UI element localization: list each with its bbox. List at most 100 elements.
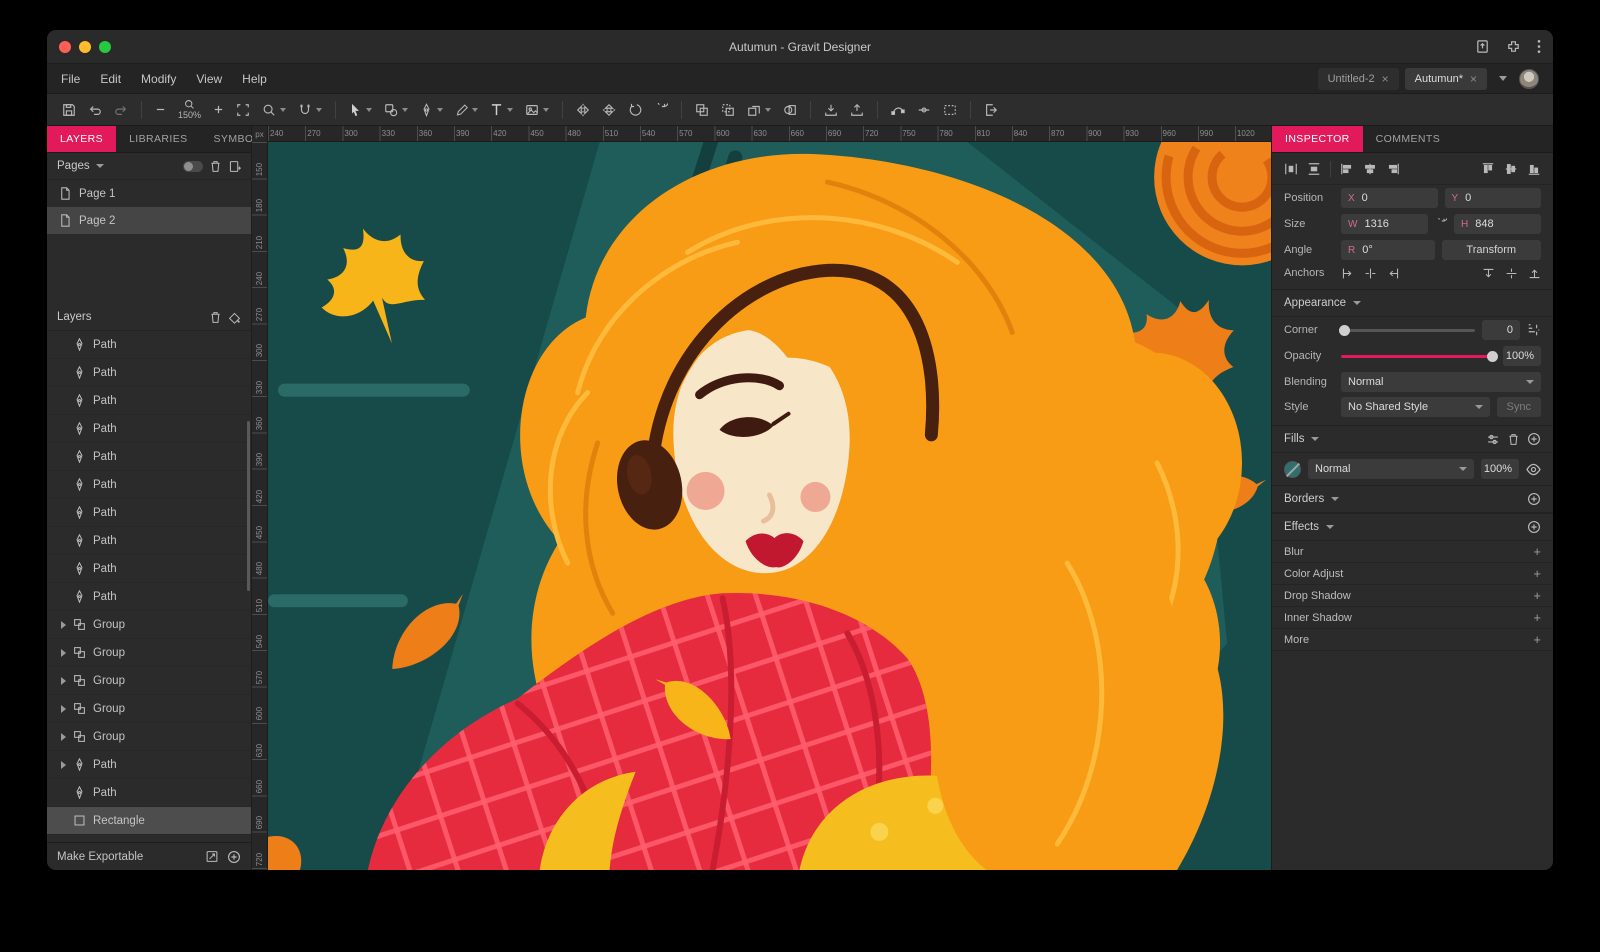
effect-row[interactable]: Color Adjust <box>1272 563 1553 585</box>
page-row[interactable]: Page 2 <box>47 207 251 234</box>
layer-row[interactable]: Path <box>47 359 251 387</box>
add-effect-plus-icon[interactable] <box>1533 565 1541 583</box>
edit-points-button[interactable] <box>886 99 910 121</box>
add-export-icon[interactable] <box>227 850 241 864</box>
shape-tool-button[interactable] <box>379 99 413 121</box>
disclosure-triangle-icon[interactable] <box>61 733 66 741</box>
layer-row[interactable]: Group <box>47 667 251 695</box>
corner-slider[interactable] <box>1341 329 1475 332</box>
artboard[interactable] <box>268 142 1271 870</box>
pen-tool-caret-icon[interactable] <box>437 108 443 112</box>
share-document-icon[interactable] <box>1475 39 1490 54</box>
layer-row[interactable]: Group <box>47 723 251 751</box>
delete-fill-icon[interactable] <box>1507 433 1520 446</box>
layer-row[interactable]: Path <box>47 443 251 471</box>
position-x-field[interactable]: X0 <box>1341 188 1438 208</box>
effect-row[interactable]: Inner Shadow <box>1272 607 1553 629</box>
align-center-horizontal-icon[interactable] <box>1363 162 1377 176</box>
transform-button[interactable]: Transform <box>1442 240 1542 260</box>
layer-row[interactable]: Group <box>47 695 251 723</box>
delete-layer-icon[interactable] <box>209 311 222 324</box>
zoom-in-button[interactable] <box>208 100 229 119</box>
text-tool-button[interactable] <box>485 99 518 120</box>
artwork[interactable] <box>268 142 1271 870</box>
shared-style-select[interactable]: No Shared Style <box>1341 397 1490 417</box>
fills-chevron-icon[interactable] <box>1311 437 1319 441</box>
add-effect-icon[interactable] <box>1527 520 1541 534</box>
layer-row[interactable]: Path <box>47 415 251 443</box>
shape-tool-caret-icon[interactable] <box>402 108 408 112</box>
arrange-caret-icon[interactable] <box>765 108 771 112</box>
appearance-chevron-icon[interactable] <box>1353 301 1361 305</box>
minimize-window-button[interactable] <box>79 41 91 53</box>
add-page-icon[interactable] <box>228 160 241 173</box>
add-effect-plus-icon[interactable] <box>1533 631 1541 649</box>
close-window-button[interactable] <box>59 41 71 53</box>
layer-style-icon[interactable] <box>228 311 241 324</box>
disclosure-triangle-icon[interactable] <box>61 705 66 713</box>
anchor-right-icon[interactable] <box>1387 267 1400 280</box>
image-tool-button[interactable] <box>520 99 554 121</box>
effects-header[interactable]: Effects <box>1272 513 1553 541</box>
align-right-icon[interactable] <box>1386 162 1400 176</box>
corner-value-field[interactable]: 0 <box>1482 320 1520 340</box>
align-left-icon[interactable] <box>1340 162 1354 176</box>
image-tool-caret-icon[interactable] <box>543 108 549 112</box>
align-top-icon[interactable] <box>1481 162 1495 176</box>
anchor-convert-button[interactable] <box>912 99 936 121</box>
zoom-tool-caret-icon[interactable] <box>280 108 286 112</box>
opacity-value-field[interactable]: 100% <box>1503 346 1541 366</box>
align-bottom-icon[interactable] <box>1527 162 1541 176</box>
layer-row[interactable]: Path <box>47 779 251 807</box>
union-boolean-button[interactable] <box>690 99 714 121</box>
sync-style-button[interactable]: Sync <box>1497 397 1541 417</box>
add-effect-plus-icon[interactable] <box>1533 609 1541 627</box>
fills-header[interactable]: Fills <box>1272 425 1553 453</box>
knife-tool-caret-icon[interactable] <box>472 108 478 112</box>
add-effect-plus-icon[interactable] <box>1533 543 1541 561</box>
blending-select[interactable]: Normal <box>1341 372 1541 392</box>
arrange-button[interactable] <box>742 99 776 121</box>
export-size-icon[interactable] <box>205 850 219 863</box>
disclosure-triangle-icon[interactable] <box>61 677 66 685</box>
background-stripe[interactable] <box>278 384 470 397</box>
redo-button[interactable] <box>109 99 133 121</box>
corner-options-icon[interactable] <box>1527 323 1541 337</box>
layer-row[interactable]: Group <box>47 639 251 667</box>
snap-caret-icon[interactable] <box>316 108 322 112</box>
add-border-icon[interactable] <box>1527 492 1541 506</box>
disclosure-triangle-icon[interactable] <box>61 761 66 769</box>
kebab-menu-icon[interactable] <box>1537 39 1541 54</box>
align-middle-icon[interactable] <box>1504 162 1518 176</box>
document-tab[interactable]: Untitled-2 <box>1318 68 1399 90</box>
layer-row[interactable]: Path <box>47 471 251 499</box>
distribute-vertical-icon[interactable] <box>1307 162 1321 176</box>
layer-row[interactable]: Path <box>47 387 251 415</box>
disclosure-triangle-icon[interactable] <box>61 621 66 629</box>
rotate-cw-button[interactable] <box>649 99 673 121</box>
import-button[interactable] <box>819 99 843 121</box>
fit-screen-button[interactable] <box>231 99 255 121</box>
flip-vertical-button[interactable] <box>597 99 621 121</box>
pointer-tool-caret-icon[interactable] <box>366 108 372 112</box>
undo-button[interactable] <box>83 99 107 121</box>
link-dimensions-icon[interactable] <box>1435 218 1447 230</box>
layer-row[interactable]: Path <box>47 499 251 527</box>
flip-horizontal-button[interactable] <box>571 99 595 121</box>
layers-scrollbar[interactable] <box>247 421 250 591</box>
subtract-boolean-button[interactable] <box>716 99 740 121</box>
exit-presentation-button[interactable] <box>979 99 1003 121</box>
canvas-area[interactable]: px 2402703003303603904204504805105405706… <box>252 126 1271 870</box>
snap-button[interactable] <box>293 99 327 121</box>
layer-row[interactable]: Path <box>47 527 251 555</box>
background-stripe[interactable] <box>268 594 408 607</box>
anchor-center-icon[interactable] <box>1364 267 1377 280</box>
menu-item[interactable]: Modify <box>141 72 176 86</box>
anchor-top-icon[interactable] <box>1482 267 1495 280</box>
menu-item[interactable]: Help <box>242 72 267 86</box>
layer-row[interactable]: Path <box>47 331 251 359</box>
pages-chevron-icon[interactable] <box>96 164 104 168</box>
disclosure-triangle-icon[interactable] <box>61 649 66 657</box>
menu-item[interactable]: Edit <box>100 72 121 86</box>
angle-field[interactable]: R0° <box>1341 240 1435 260</box>
